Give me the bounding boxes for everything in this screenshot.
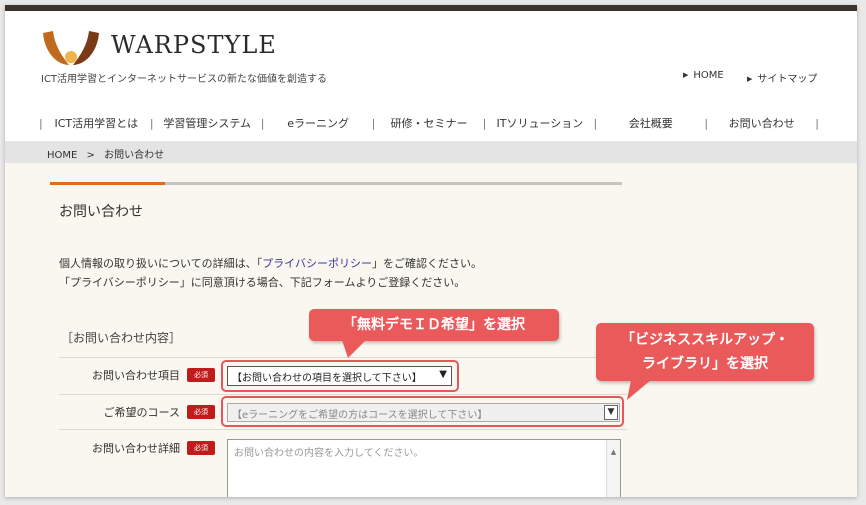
global-nav: | ICT活用学習とは | 学習管理システム | eラーニング | 研修・セミナ… <box>39 115 819 131</box>
detail-textarea[interactable]: お問い合わせの内容を入力してください。 ▲ <box>227 439 621 497</box>
required-badge: 必須 <box>187 368 215 382</box>
browser-frame: WARPSTYLE ICT活用学習とインターネットサービスの新たな価値を創造する… <box>5 5 857 497</box>
callout-line-1: 「ビジネススキルアップ・ <box>621 332 789 348</box>
nav-separator: | <box>815 116 819 130</box>
nav-item-seminar[interactable]: 研修・セミナー <box>375 115 482 131</box>
inquiry-item-label: お問い合わせ項目 <box>92 369 180 382</box>
desc-text-pre: 個人情報の取り扱いについての詳細は、「 <box>59 257 263 270</box>
sitemap-link[interactable]: ▶ サイトマップ <box>747 70 817 85</box>
section-title: ［お問い合わせ内容］ <box>61 331 182 345</box>
home-link[interactable]: ▶ HOME <box>683 70 724 81</box>
desc-text-post: 」をご確認ください。 <box>371 257 482 270</box>
breadcrumb: HOME > お問い合わせ <box>5 141 857 163</box>
privacy-description: 個人情報の取り扱いについての詳細は、「プライバシーポリシー」をご確認ください。 <box>59 255 482 271</box>
tagline: ICT活用学習とインターネットサービスの新たな価値を創造する <box>41 74 328 85</box>
breadcrumb-home[interactable]: HOME <box>47 150 77 161</box>
highlight-ring-inquiry <box>221 360 459 392</box>
breadcrumb-current: お問い合わせ <box>104 150 165 161</box>
callout-business-skill: 「ビジネススキルアップ・ ライブラリ」を選択 <box>596 323 814 381</box>
sitemap-link-label: サイトマップ <box>757 74 818 85</box>
nav-item-contact[interactable]: お問い合わせ <box>708 115 815 131</box>
home-link-label: HOME <box>693 70 724 81</box>
title-accent-line <box>50 182 165 185</box>
scroll-up-icon[interactable]: ▲ <box>606 440 620 497</box>
callout-line-2: ライブラリ」を選択 <box>642 356 768 372</box>
triangle-right-icon: ▶ <box>683 71 689 79</box>
detail-label: お問い合わせ詳細 <box>92 442 180 455</box>
required-badge: 必須 <box>187 405 215 419</box>
logo-text[interactable]: WARPSTYLE <box>111 31 277 59</box>
warpstyle-logo-icon <box>43 31 99 65</box>
callout-free-demo: 「無料デモＩＤ希望」を選択 <box>309 309 559 341</box>
course-label: ご希望のコース <box>103 406 180 419</box>
breadcrumb-separator: > <box>86 150 95 161</box>
nav-item-elearning[interactable]: eラーニング <box>265 115 372 131</box>
detail-placeholder: お問い合わせの内容を入力してください。 <box>234 448 424 459</box>
top-bar <box>5 5 857 11</box>
highlight-ring-course <box>221 396 624 427</box>
callout-pointer-icon <box>627 380 651 400</box>
required-badge: 必須 <box>187 441 215 455</box>
consent-description: 「プライバシーポリシー」に同意頂ける場合、下記フォームよりご登録ください。 <box>59 276 466 289</box>
triangle-right-icon: ▶ <box>747 75 753 83</box>
nav-item-it-solution[interactable]: ITソリューション <box>486 115 593 131</box>
title-divider <box>165 182 622 185</box>
callout-pointer-icon <box>342 340 366 358</box>
nav-item-company[interactable]: 会社概要 <box>597 115 704 131</box>
privacy-policy-link[interactable]: プライバシーポリシー <box>262 257 372 270</box>
nav-item-lms[interactable]: 学習管理システム <box>154 115 261 131</box>
form-divider <box>59 429 627 430</box>
nav-item-ict[interactable]: ICT活用学習とは <box>43 115 150 131</box>
page-title: お問い合わせ <box>59 204 143 220</box>
form-divider <box>59 394 627 395</box>
